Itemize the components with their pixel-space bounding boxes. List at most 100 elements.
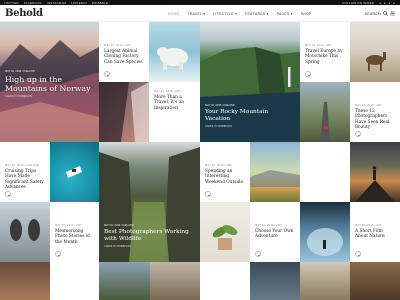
topbar-link-facebook[interactable]: FACEBOOK [24, 1, 42, 5]
post-image-bottom-4[interactable] [150, 262, 200, 300]
cliff-face-illustration [99, 82, 149, 142]
nav-shop[interactable]: SHOP [301, 12, 312, 16]
topbar-link-linkedin[interactable]: LINKEDIN [71, 1, 86, 5]
post-image-bottom-1[interactable] [0, 262, 50, 300]
read-more-button[interactable] [255, 251, 261, 257]
post-title[interactable]: Largest Animal Cloning Factory Can Save … [104, 49, 145, 65]
post-title[interactable]: Best Photographers Working with Wildlife [104, 229, 194, 243]
post-image-boat[interactable] [50, 142, 99, 202]
nav-lifestyle-label: LIFESTYLE [213, 11, 234, 16]
post-image-plant[interactable] [200, 202, 250, 262]
post-meta: MAY 01, 2016 / ART [205, 164, 232, 167]
topbar-link-twitter[interactable]: TWITTER [4, 1, 19, 5]
post-title[interactable]: More Than a Travel, It's an Inspiration [154, 95, 196, 111]
post-card-text-9[interactable]: MAY 01, 2016 / ART Spending an Interesti… [200, 142, 250, 202]
post-image-feet[interactable] [0, 202, 50, 262]
search-icon [383, 11, 388, 16]
post-card-featured-1[interactable]: MAY 01, 2016 / ICELAND High up in the Mo… [0, 22, 99, 142]
post-meta: MAY 01, 2016 / ICELAND [5, 70, 35, 73]
post-card-featured-8[interactable]: MAY 01, 2016 / ICELAND Best Photographer… [99, 142, 200, 262]
meadow-illustration [250, 170, 300, 187]
post-meta: MAY 01, 2016 / ART [355, 104, 382, 107]
post-title[interactable]: High up in the Mountains of Norway [5, 75, 93, 93]
search-toggle[interactable]: SEARCH [365, 5, 395, 22]
read-more-button[interactable] [5, 191, 11, 197]
feet-illustration [10, 219, 40, 241]
nav-pages[interactable]: PAGES ▾ [277, 12, 293, 16]
topbar-follow-link[interactable]: FOLLOW ON WIRED [342, 1, 374, 5]
nav-pages-label: PAGES [276, 11, 290, 16]
post-image-bottom-6[interactable] [250, 262, 300, 300]
nav-features[interactable]: FEATURES ▾ [245, 12, 268, 16]
post-card-text-11[interactable]: MAY 01, 2016 / ART Choose Your Own Adven… [250, 202, 300, 262]
post-meta: MAY 01, 2016 / ART [305, 44, 332, 47]
post-card-text-2[interactable]: MAY 01, 2016 / ART Largest Animal Clonin… [99, 22, 149, 82]
post-card-text-bottom-5[interactable] [200, 262, 250, 300]
post-meta: MAY 01, 2016 / ICELAND [205, 104, 235, 107]
post-card-featured-3[interactable]: MAY 01, 2016 / ICELAND Your Rocky Mounta… [200, 22, 300, 142]
road-illustration [320, 102, 330, 142]
read-more-button[interactable] [104, 71, 110, 77]
post-image-horse[interactable] [350, 22, 400, 82]
post-author: CAROLYN ROBINSON [104, 245, 131, 248]
nav-travel-label: TRAVEL [187, 11, 202, 16]
search-label: SEARCH [364, 11, 381, 16]
horse-illustration [366, 52, 386, 71]
post-meta: MAY 01, 2016 / ART [255, 224, 282, 227]
post-title[interactable]: A Short Film About Nature [355, 229, 396, 240]
post-card-text-6[interactable]: MAY 01, 2016 / ART These 12 Photographer… [350, 82, 400, 142]
topbar-link-instagram[interactable]: INSTAGRAM [47, 1, 66, 5]
post-card-text-bottom-2[interactable] [50, 262, 99, 300]
post-card-text-7[interactable]: MAY 01, 2016 / ICELAND Cruising Trips Ha… [0, 142, 50, 202]
main-nav: HOME TRAVEL ▾ LIFESTYLE ▾ FEATURES ▾ PAG… [168, 5, 312, 22]
read-more-button[interactable] [355, 131, 361, 137]
post-card-text-10[interactable]: MAY 01, 2016 / ART Mesmerizing Photo Sto… [50, 202, 99, 262]
read-more-button[interactable] [205, 191, 211, 197]
post-meta: MAY 01, 2016 / ART [154, 90, 181, 93]
site-logo[interactable]: Behold [5, 8, 43, 19]
read-more-button[interactable] [55, 251, 61, 257]
ice-cave-illustration [307, 228, 343, 256]
post-title[interactable]: These 12 Photographers Have Seen Real Be… [355, 109, 396, 131]
post-meta: MAY 01, 2016 / ICELAND [104, 224, 134, 227]
post-image-cliff-face[interactable] [99, 82, 149, 142]
post-meta: MAY 01, 2016 / ICELAND [5, 164, 40, 167]
post-image-road[interactable] [300, 82, 350, 142]
nav-features-label: FEATURES [245, 11, 266, 16]
read-more-button[interactable] [355, 251, 361, 257]
site-header: Behold HOME TRAVEL ▾ LIFESTYLE ▾ FEATURE… [0, 5, 400, 22]
post-image-hiker-sunset[interactable] [350, 142, 400, 202]
post-title[interactable]: Cruising Trips Have Made Significant Saf… [5, 169, 46, 191]
polar-bear-illustration [157, 47, 188, 70]
nav-travel[interactable]: TRAVEL ▾ [187, 12, 205, 16]
post-meta: MAY 01, 2016 / ART [104, 44, 131, 47]
post-card-text-4[interactable]: MAY 01, 2016 / ART Travel Europe by Moto… [300, 22, 350, 82]
topbar-link-dribbble[interactable]: DRIBBBLE [92, 1, 108, 5]
read-more-button[interactable] [305, 71, 311, 77]
post-title[interactable]: Spending an Interesting Weekend Outside [205, 169, 246, 185]
post-image-bottom-3[interactable] [99, 262, 150, 300]
post-meta: MAY 01, 2016 / ART [55, 224, 82, 227]
menu-icon[interactable] [390, 11, 395, 16]
post-title[interactable]: Your Rocky Mountain Vacation [205, 109, 294, 123]
boat-illustration [66, 166, 82, 178]
post-image-polar-bear[interactable] [149, 22, 200, 82]
post-image-meadow[interactable] [250, 142, 300, 202]
post-author: CAROLYN ROBINSON [5, 95, 32, 98]
post-author: CAROLYN ROBINSON [205, 125, 232, 128]
nav-home[interactable]: HOME [168, 12, 179, 16]
post-image-bottom-7[interactable] [300, 262, 350, 300]
post-grid: MAY 01, 2016 / ICELAND High up in the Mo… [0, 22, 400, 300]
post-title[interactable]: Choose Your Own Adventure [255, 229, 296, 240]
post-title[interactable]: Travel Europe by Motorbike This Spring [305, 49, 346, 65]
post-title[interactable]: Mesmerizing Photo Stories of the Month [55, 229, 95, 245]
post-image-ice-cave[interactable] [300, 202, 350, 262]
post-meta: MAY 01, 2016 / ART [355, 224, 382, 227]
social-icons: ● ● ● ● [379, 0, 396, 5]
post-card-text-5[interactable]: MAY 01, 2016 / ART More Than a Travel, I… [149, 82, 200, 142]
plant-illustration [212, 225, 238, 250]
nav-lifestyle[interactable]: LIFESTYLE ▾ [213, 12, 237, 16]
hiker-illustration [355, 166, 395, 202]
post-card-text-12[interactable]: MAY 01, 2016 / ART A Short Film About Na… [350, 202, 400, 262]
post-image-bottom-8[interactable] [350, 262, 400, 300]
